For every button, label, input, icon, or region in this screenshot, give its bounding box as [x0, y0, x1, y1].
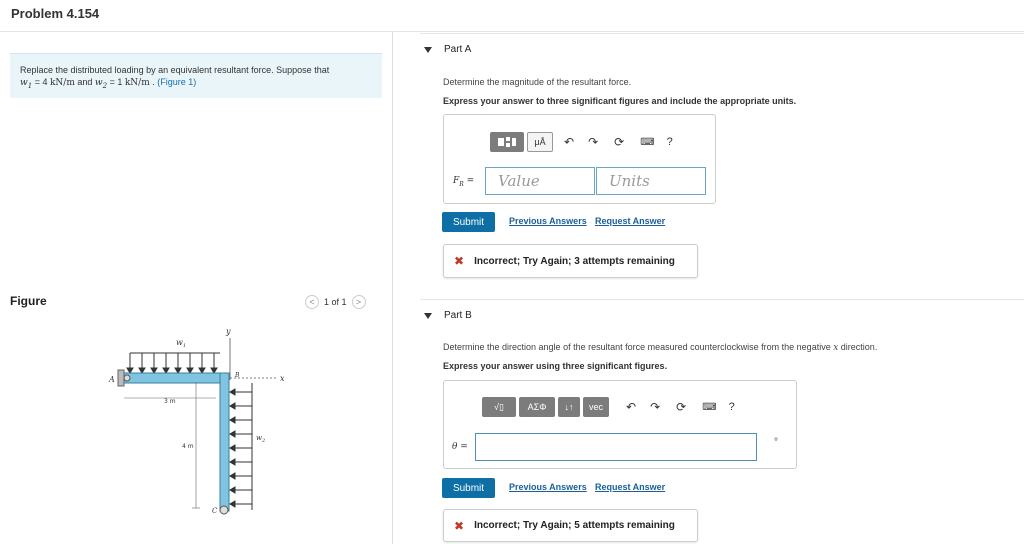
part-b-feedback: ✖ Incorrect; Try Again; 5 attempts remai… [443, 509, 698, 542]
figure-pager: < 1 of 1 > [305, 295, 366, 309]
keyboard-icon[interactable]: ⌨ [640, 137, 654, 148]
dim-3m-label: 3 m [164, 398, 176, 405]
page-title: Problem 4.154 [11, 6, 100, 21]
part-a-submit-button[interactable]: Submit [442, 212, 495, 232]
prev-figure-button[interactable]: < [305, 295, 319, 309]
reset-icon[interactable]: ⟳ [614, 135, 624, 149]
w2-unit: kN/m [124, 78, 150, 88]
error-icon: ✖ [454, 254, 465, 268]
part-b-instruction: Express your answer using three signific… [443, 361, 668, 371]
x-axis-label: x [280, 374, 285, 383]
part-a-answer-box: μÅ ↶ ↷ ⟳ ⌨ ? FR = Value Units [443, 114, 716, 204]
part-b-submit-button[interactable]: Submit [442, 478, 495, 498]
theta-input[interactable] [475, 433, 757, 461]
part-b-header[interactable]: Part B [424, 310, 472, 321]
part-a-previous-answers-link[interactable]: Previous Answers [509, 216, 587, 226]
greek-button[interactable]: ΑΣΦ [519, 397, 555, 417]
part-b-answer-box: √▯ ΑΣΦ ↓↑ vec ↶ ↷ ⟳ ⌨ ? θ = ° [443, 380, 797, 469]
and-text: and [74, 77, 95, 87]
part-a-feedback: ✖ Incorrect; Try Again; 3 attempts remai… [443, 244, 698, 278]
redo-icon[interactable]: ↷ [650, 400, 660, 414]
w2-symbol: w2 [94, 78, 108, 90]
part-a-feedback-text: Incorrect; Try Again; 3 attempts remaini… [474, 255, 675, 267]
arrows-button[interactable]: ↓↑ [558, 397, 580, 417]
units-input[interactable]: Units [596, 167, 706, 195]
keyboard-icon[interactable]: ⌨ [702, 402, 716, 413]
reset-icon[interactable]: ⟳ [676, 400, 686, 414]
dim-4m-label: 4 m [182, 443, 194, 450]
point-a-label: A [108, 375, 115, 384]
part-a-topline [420, 33, 1024, 34]
degree-unit: ° [774, 437, 778, 448]
value-input[interactable]: Value [485, 167, 595, 195]
point-c-label: C [212, 507, 218, 515]
point-b-label: B [234, 372, 240, 379]
part-b-request-answer-link[interactable]: Request Answer [595, 482, 665, 492]
problem-statement: Replace the distributed loading by an eq… [10, 53, 382, 98]
pane-divider [392, 31, 393, 544]
part-b-feedback-text: Incorrect; Try Again; 5 attempts remaini… [474, 520, 675, 531]
collapse-icon [424, 46, 432, 53]
collapse-icon [424, 312, 432, 319]
next-figure-button[interactable]: > [351, 295, 366, 309]
part-b-previous-answers-link[interactable]: Previous Answers [509, 482, 587, 492]
help-icon[interactable]: ? [667, 136, 673, 148]
w2-label: w2 [256, 434, 265, 444]
units-button[interactable]: μÅ [527, 132, 553, 152]
figure-link[interactable]: (Figure 1) [157, 77, 196, 87]
part-b-topline [420, 299, 1024, 300]
figure-heading: Figure [10, 294, 47, 308]
pager-text: 1 of 1 [324, 297, 347, 307]
undo-icon[interactable]: ↶ [564, 135, 574, 149]
vec-button[interactable]: vec [583, 397, 609, 417]
part-a-instruction: Express your answer to three significant… [443, 96, 797, 106]
template-button[interactable] [490, 132, 524, 152]
part-b-toolbar: √▯ ΑΣΦ ↓↑ vec ↶ ↷ ⟳ ⌨ ? [482, 397, 743, 417]
sqrt-template-button[interactable]: √▯ [482, 397, 516, 417]
w1-value: = 4 [32, 77, 50, 87]
template-icon [498, 137, 516, 147]
help-icon[interactable]: ? [729, 401, 735, 413]
w2-value: = 1 [107, 77, 125, 87]
part-a-toolbar: μÅ ↶ ↷ ⟳ ⌨ ? [490, 132, 681, 152]
theta-label: θ = [452, 442, 468, 452]
beam-diagram: w1 y x A B C 3 m 4 m w2 [108, 327, 285, 515]
part-b-question: Determine the direction angle of the res… [443, 342, 878, 353]
header-divider [0, 31, 1024, 32]
undo-icon[interactable]: ↶ [626, 400, 636, 414]
part-b-title: Part B [444, 310, 472, 321]
prompt-text: Replace the distributed loading by an eq… [20, 65, 330, 75]
part-a-request-answer-link[interactable]: Request Answer [595, 216, 665, 226]
fr-label: FR = [453, 176, 475, 188]
redo-icon[interactable]: ↷ [588, 135, 598, 149]
error-icon: ✖ [454, 518, 465, 533]
part-a-title: Part A [444, 44, 472, 55]
w1-symbol: w1 [20, 78, 33, 90]
part-a-question: Determine the magnitude of the resultant… [443, 77, 632, 87]
w1-unit: kN/m [49, 78, 75, 88]
part-a-header[interactable]: Part A [424, 44, 471, 55]
y-axis-label: y [225, 327, 231, 336]
w1-label: w1 [176, 338, 186, 349]
